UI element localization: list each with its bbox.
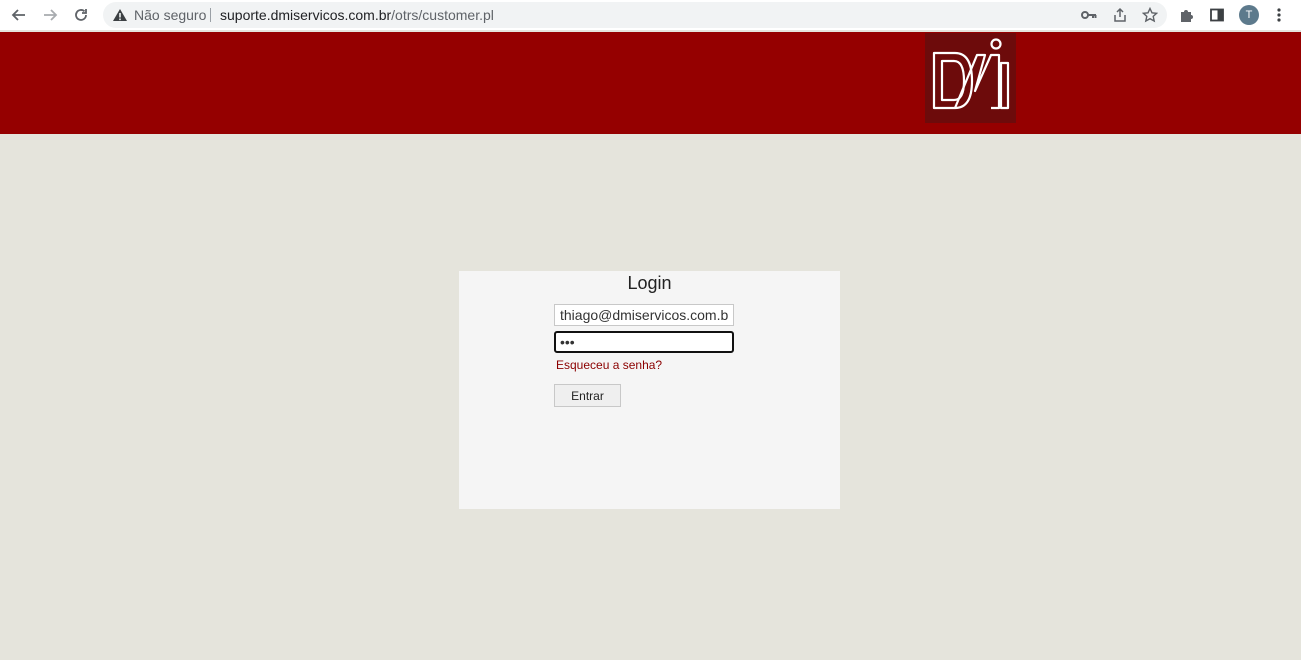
url-text[interactable]: suporte.dmiservicos.com.br/otrs/customer… — [220, 7, 494, 23]
login-box: Login Esqueceu a senha? Entrar — [459, 271, 840, 509]
username-field[interactable] — [554, 304, 734, 326]
address-bar[interactable]: Não seguro suporte.dmiservicos.com.br/ot… — [103, 2, 1167, 28]
star-icon[interactable] — [1141, 7, 1159, 23]
dmi-logo — [925, 33, 1016, 123]
url-host: suporte.dmiservicos.com.br — [220, 7, 392, 23]
back-arrow-icon[interactable] — [9, 5, 29, 25]
url-path: /otrs/customer.pl — [391, 7, 494, 23]
share-icon[interactable] — [1111, 7, 1129, 23]
login-title: Login — [627, 273, 672, 293]
key-icon[interactable] — [1080, 7, 1098, 23]
password-field[interactable] — [554, 331, 734, 353]
forward-arrow-icon[interactable] — [40, 5, 60, 25]
profile-avatar[interactable]: T — [1239, 5, 1259, 25]
browser-toolbar: Não seguro suporte.dmiservicos.com.br/ot… — [0, 0, 1301, 30]
reload-icon[interactable] — [71, 5, 91, 25]
login-button[interactable]: Entrar — [554, 384, 621, 407]
warning-icon[interactable] — [112, 8, 128, 22]
puzzle-icon[interactable] — [1177, 5, 1197, 25]
kebab-menu-icon[interactable] — [1269, 5, 1289, 25]
site-header-banner — [0, 32, 1301, 134]
url-separator — [210, 8, 211, 22]
side-panel-icon[interactable] — [1207, 5, 1227, 25]
security-status[interactable]: Não seguro — [134, 7, 206, 23]
forgot-password-link[interactable]: Esqueceu a senha? — [556, 358, 662, 372]
